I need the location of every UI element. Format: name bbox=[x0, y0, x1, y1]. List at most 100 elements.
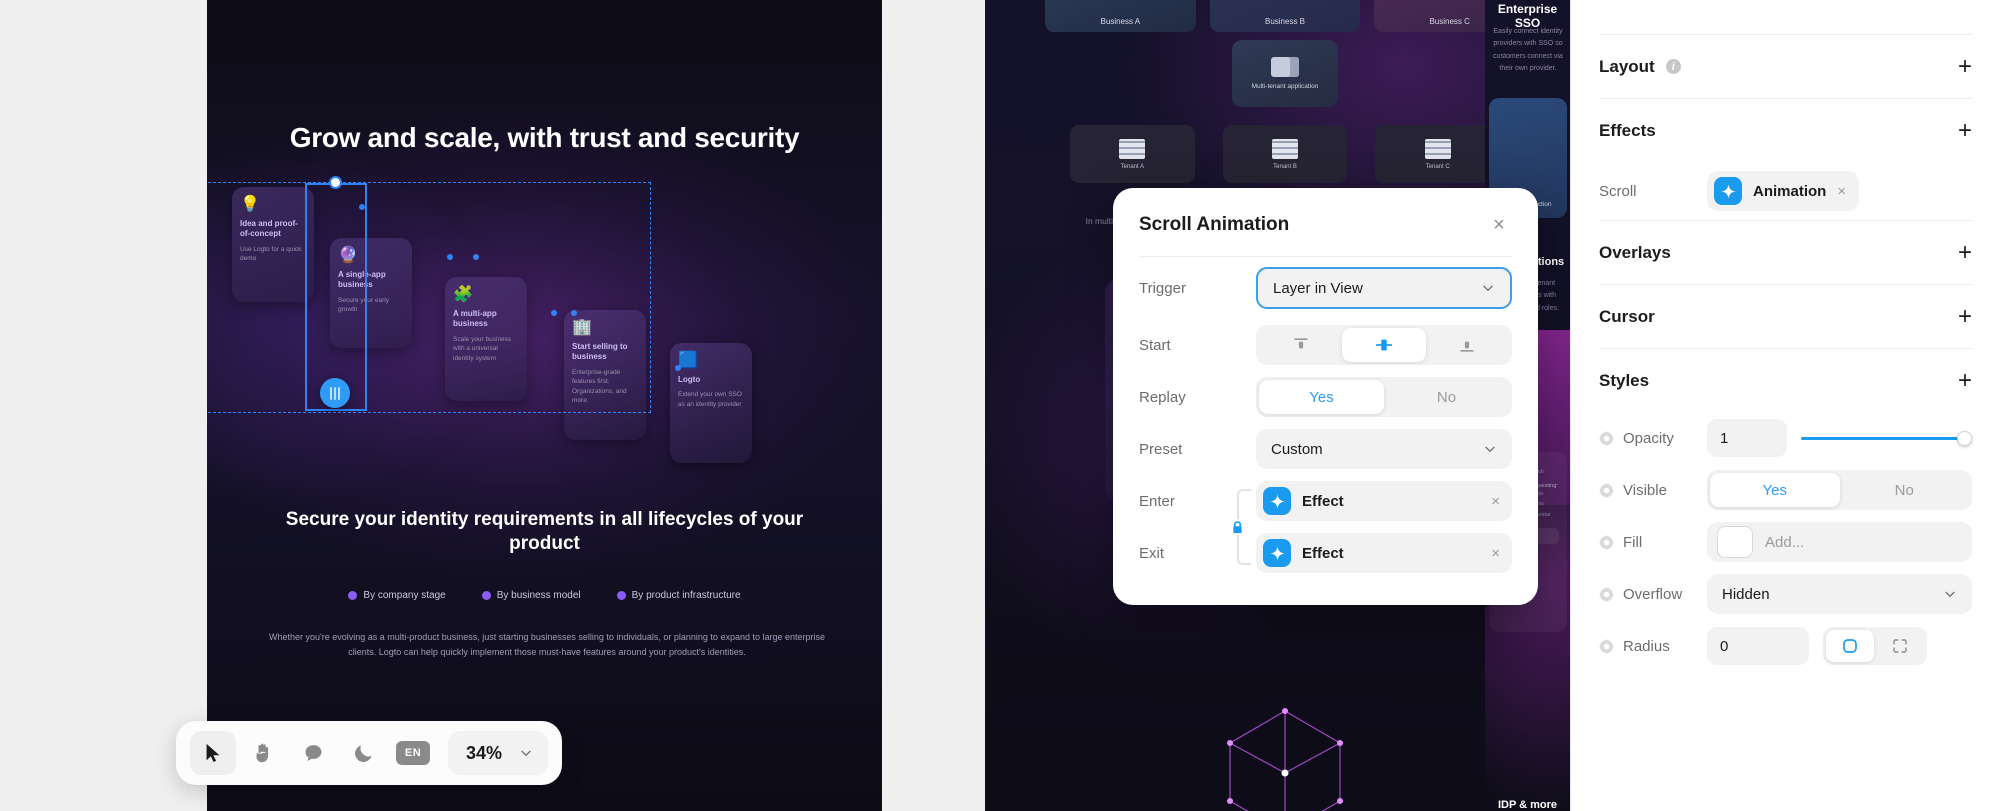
enter-effect-pill[interactable]: Effect × bbox=[1256, 481, 1512, 521]
trigger-select[interactable]: Layer in View bbox=[1256, 267, 1512, 309]
overflow-select[interactable]: Hidden bbox=[1707, 574, 1972, 614]
business-label: Business C bbox=[1429, 17, 1470, 26]
hand-icon bbox=[256, 743, 269, 763]
keyframe-icon[interactable] bbox=[1599, 483, 1614, 498]
multi-tenant-app-card[interactable]: Multi-tenant application bbox=[1232, 40, 1338, 107]
sparkle-icon bbox=[1714, 177, 1742, 205]
selection-point[interactable] bbox=[551, 310, 557, 316]
artboard-1-subtitle: Secure your identity requirements in all… bbox=[285, 509, 804, 554]
selection-outer-dashed bbox=[207, 182, 651, 413]
sparkle-glyph-icon bbox=[1269, 493, 1285, 509]
opacity-input[interactable]: 1 bbox=[1707, 419, 1787, 457]
section-styles[interactable]: Styles + bbox=[1571, 349, 2000, 412]
replay-no-button[interactable]: No bbox=[1384, 380, 1509, 414]
comment-icon bbox=[305, 744, 321, 761]
scroll-animation-remove-icon[interactable]: × bbox=[1837, 183, 1846, 200]
section-effects-title: Effects bbox=[1599, 120, 1656, 140]
section-cursor[interactable]: Cursor + bbox=[1571, 285, 2000, 348]
visible-no-button[interactable]: No bbox=[1840, 473, 1970, 507]
business-card-a[interactable]: Business A bbox=[1045, 0, 1196, 32]
selection-point[interactable] bbox=[571, 310, 577, 316]
visible-segmented-control[interactable]: Yes No bbox=[1707, 470, 1972, 510]
chevron-down-icon bbox=[521, 750, 531, 756]
fill-input-wrap[interactable]: Add... bbox=[1707, 522, 1972, 562]
close-icon[interactable]: × bbox=[1486, 212, 1512, 238]
design-canvas[interactable]: Grow and scale, with trust and security … bbox=[0, 0, 1570, 811]
comment-tool-button[interactable] bbox=[290, 731, 336, 775]
chip-business-model[interactable]: By business model bbox=[481, 590, 581, 601]
dark-mode-tool-button[interactable] bbox=[340, 731, 386, 775]
radius-input[interactable]: 0 bbox=[1707, 627, 1809, 665]
align-bottom-icon-button[interactable] bbox=[1426, 328, 1509, 362]
tenant-card-a[interactable]: Tenant A bbox=[1070, 125, 1195, 183]
align-top-icon-button[interactable] bbox=[1259, 328, 1342, 362]
selection-handle-top[interactable] bbox=[329, 176, 342, 189]
add-style-button[interactable]: + bbox=[1958, 368, 1972, 393]
radius-control: 0 bbox=[1707, 627, 1972, 665]
section-effects-left: Effects bbox=[1599, 121, 1656, 141]
business-card-b[interactable]: Business B bbox=[1209, 0, 1361, 32]
visible-yes-button[interactable]: Yes bbox=[1710, 473, 1840, 507]
add-overlay-button[interactable]: + bbox=[1958, 240, 1972, 265]
align-middle-icon-button[interactable] bbox=[1342, 328, 1426, 362]
dialog-title: Scroll Animation bbox=[1139, 214, 1290, 235]
info-icon[interactable]: i bbox=[1665, 59, 1681, 74]
exit-effect-remove-icon[interactable]: × bbox=[1491, 545, 1500, 562]
keyframe-icon[interactable] bbox=[1599, 431, 1614, 446]
radius-uniform-button[interactable] bbox=[1826, 630, 1874, 662]
selection-layer-rect[interactable] bbox=[305, 183, 367, 411]
multi-tenant-app-label: Multi-tenant application bbox=[1251, 83, 1319, 90]
tenant-label: Tenant A bbox=[1120, 163, 1145, 170]
add-cursor-button[interactable]: + bbox=[1958, 304, 1972, 329]
canvas-toolbar[interactable]: EN 34% bbox=[176, 721, 563, 785]
selection-point[interactable] bbox=[359, 204, 365, 210]
selection-point[interactable] bbox=[473, 254, 479, 260]
section-overlays[interactable]: Overlays + bbox=[1571, 221, 2000, 284]
keyframe-icon[interactable] bbox=[1599, 639, 1614, 654]
selection-point[interactable] bbox=[675, 365, 681, 371]
add-effect-button[interactable]: + bbox=[1958, 118, 1972, 143]
trigger-control: Layer in View bbox=[1256, 267, 1512, 309]
tenant-card-c[interactable]: Tenant C bbox=[1375, 125, 1501, 183]
preset-select[interactable]: Custom bbox=[1256, 429, 1512, 469]
zoom-control[interactable]: 34% bbox=[448, 731, 549, 775]
start-segmented-control[interactable] bbox=[1256, 325, 1512, 365]
dialog-row-trigger: Trigger Layer in View bbox=[1113, 257, 1538, 319]
keyframe-icon[interactable] bbox=[1599, 587, 1614, 602]
exit-effect-pill[interactable]: Effect × bbox=[1256, 533, 1512, 573]
enter-effect-remove-icon[interactable]: × bbox=[1491, 493, 1500, 510]
tenant-label: Tenant C bbox=[1425, 163, 1450, 170]
chip-company-stage[interactable]: By company stage bbox=[348, 590, 446, 601]
flow-card-5[interactable]: 🟦 Logto Extend your own SSO as an identi… bbox=[670, 343, 752, 463]
hand-tool-button[interactable] bbox=[240, 731, 286, 775]
opacity-slider[interactable] bbox=[1801, 430, 1972, 446]
visible-control: Yes No bbox=[1707, 470, 1972, 510]
tenant-card-b[interactable]: Tenant B bbox=[1222, 125, 1348, 183]
language-button[interactable]: EN bbox=[390, 731, 436, 775]
replay-control: Yes No bbox=[1256, 377, 1512, 417]
server-icon bbox=[1272, 138, 1298, 159]
keyframe-icon[interactable] bbox=[1599, 535, 1614, 550]
replay-segmented-control[interactable]: Yes No bbox=[1256, 377, 1512, 417]
flow-card-5-desc: Extend your own SSO as an identity provi… bbox=[678, 391, 742, 408]
radius-individual-button[interactable] bbox=[1876, 630, 1924, 662]
section-effects[interactable]: Effects + bbox=[1571, 99, 2000, 162]
wireframe-cube-graphic bbox=[1227, 708, 1343, 811]
artboard-1[interactable]: Grow and scale, with trust and security … bbox=[207, 0, 882, 811]
add-layout-button[interactable]: + bbox=[1958, 54, 1972, 79]
cursor-tool-button[interactable] bbox=[190, 731, 236, 775]
properties-panel[interactable]: Layout i + Effects + Scroll Animation × bbox=[1570, 0, 2000, 811]
logto-logo-icon: 🟦 bbox=[678, 352, 698, 369]
scroll-animation-dialog[interactable]: Scroll Animation × Trigger Layer in View… bbox=[1113, 188, 1538, 605]
opacity-slider-knob[interactable] bbox=[1957, 430, 1972, 446]
scroll-animation-pill[interactable]: Animation × bbox=[1707, 171, 1860, 211]
chip-product-infrastructure[interactable]: By product infrastructure bbox=[616, 590, 741, 601]
selection-point[interactable] bbox=[447, 254, 453, 260]
chip-dot-icon bbox=[616, 591, 626, 600]
scroll-animation-badge[interactable] bbox=[320, 378, 350, 408]
fill-color-swatch[interactable] bbox=[1717, 526, 1753, 558]
dialog-row-exit: Exit Effect × bbox=[1113, 527, 1538, 579]
radius-mode-segmented-control[interactable] bbox=[1823, 627, 1927, 665]
replay-yes-button[interactable]: Yes bbox=[1259, 380, 1384, 414]
section-layout[interactable]: Layout i + bbox=[1571, 35, 2000, 98]
